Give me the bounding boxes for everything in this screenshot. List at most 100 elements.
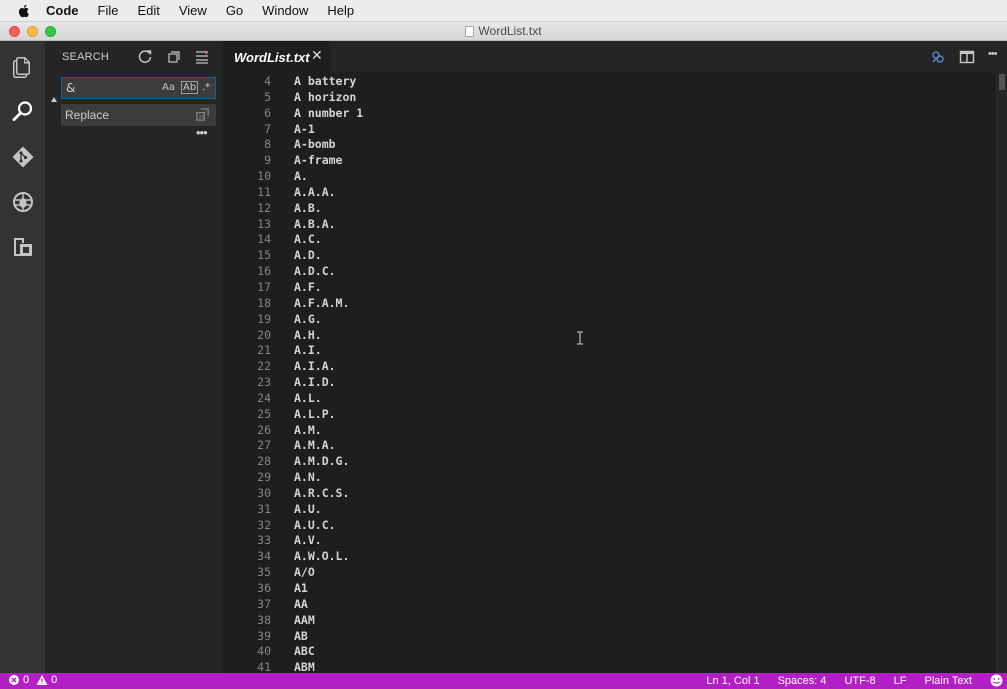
editor-line[interactable]: A.D.C. (294, 264, 363, 280)
editor-line[interactable]: A.B.A. (294, 217, 363, 233)
error-count: 0 (23, 674, 30, 686)
line-number: 20 (257, 327, 271, 342)
editor-line[interactable]: A.H. (294, 328, 363, 344)
activity-git[interactable] (0, 135, 45, 179)
editor-line[interactable]: A-bomb (294, 137, 363, 153)
more-actions-icon[interactable]: ••• (988, 48, 998, 60)
line-number: 36 (257, 581, 271, 595)
problems-indicator[interactable]: 0 0 (8, 674, 57, 686)
apple-icon[interactable] (16, 3, 32, 19)
editor-line[interactable]: A.F.A.M. (294, 296, 363, 312)
line-number: 8 (264, 137, 271, 152)
line-number: 37 (257, 596, 271, 611)
refresh-icon[interactable] (137, 49, 153, 65)
menu-go[interactable]: Go (226, 3, 243, 18)
line-number-gutter: 4 5 6 7 8 9 10 11 12 13 14 15 16 17 18 19 20 21 22 23 24 25 26… (223, 74, 271, 673)
editor-line[interactable]: A.U. (294, 502, 363, 518)
editor-line[interactable]: AAM (294, 613, 363, 629)
tab-wordlist[interactable]: WordList.txt ✕ (223, 41, 330, 72)
feedback-smiley-icon[interactable] (990, 674, 1003, 687)
open-changes-icon[interactable] (930, 49, 946, 65)
editor-line[interactable]: A.B. (294, 201, 363, 217)
line-number: 10 (257, 169, 271, 184)
line-number: 7 (264, 121, 271, 136)
collapse-all-icon[interactable] (194, 49, 210, 65)
editor-line[interactable]: A.L.P. (294, 407, 363, 423)
split-editor-icon[interactable] (959, 49, 975, 65)
status-cursor-position[interactable]: Ln 1, Col 1 (706, 675, 759, 687)
line-number: 33 (257, 533, 271, 548)
editor-line[interactable]: A.A.A. (294, 185, 363, 201)
activity-bar (0, 41, 45, 673)
editor-line[interactable]: A.M. (294, 423, 363, 439)
clear-results-icon[interactable] (166, 49, 182, 65)
activity-explorer[interactable] (0, 45, 45, 89)
line-number: 32 (257, 517, 271, 532)
search-details-toggle[interactable]: ••• (196, 125, 208, 140)
whole-word-toggle[interactable]: Ab (181, 81, 199, 94)
replace-input-placeholder[interactable]: Replace (65, 108, 109, 122)
editor-area[interactable]: 4 5 6 7 8 9 10 11 12 13 14 15 16 17 18 19 20 21 22 23 24 25 26… (223, 72, 996, 673)
status-encoding[interactable]: UTF-8 (844, 675, 875, 687)
match-case-toggle[interactable]: Aa (162, 82, 175, 93)
editor-line[interactable]: A.R.C.S. (294, 486, 363, 502)
editor-line[interactable]: A.M.D.G. (294, 454, 363, 470)
menu-app-code[interactable]: Code (46, 3, 79, 18)
status-language-mode[interactable]: Plain Text (925, 675, 973, 687)
editor-line[interactable]: A.W.O.L. (294, 549, 363, 565)
editor-line[interactable]: A1 (294, 581, 363, 597)
editor-line[interactable]: A.G. (294, 312, 363, 328)
scrollbar-thumb[interactable] (999, 74, 1005, 90)
editor-scrollbar[interactable] (996, 72, 1007, 673)
line-number: 26 (257, 422, 271, 437)
editor-line[interactable]: A.I.A. (294, 359, 363, 375)
debug-icon (12, 192, 33, 212)
editor-text[interactable]: A battery A horizon A number 1 A-1 A-bomb A-f… (294, 74, 363, 673)
editor-line[interactable]: A.V. (294, 533, 363, 549)
menu-file[interactable]: File (98, 3, 119, 18)
activity-search[interactable] (0, 89, 45, 133)
editor-line[interactable]: AB (294, 629, 363, 645)
editor-line[interactable]: A.F. (294, 280, 363, 296)
editor-line[interactable]: A.I. (294, 343, 363, 359)
tab-close-icon[interactable]: ✕ (311, 48, 323, 64)
activity-debug[interactable] (0, 180, 45, 224)
window-titlebar[interactable]: WordList.txt (0, 22, 1007, 41)
editor-line[interactable]: A.L. (294, 391, 363, 407)
status-indentation[interactable]: Spaces: 4 (778, 675, 827, 687)
toggle-replace-arrow[interactable] (51, 97, 57, 102)
editor-line[interactable]: A.M.A. (294, 438, 363, 454)
editor-line[interactable]: A battery (294, 74, 363, 90)
line-number: 15 (257, 248, 271, 263)
editor-line[interactable]: ABM (294, 660, 363, 673)
editor-line[interactable]: A-frame (294, 153, 363, 169)
search-input-box[interactable]: Aa Ab .* (61, 77, 216, 99)
editor-line[interactable]: A number 1 (294, 106, 363, 122)
editor-line[interactable]: A.D. (294, 248, 363, 264)
line-number: 17 (257, 279, 271, 294)
editor-line[interactable]: A.U.C. (294, 518, 363, 534)
menu-window[interactable]: Window (262, 3, 308, 18)
editor-line[interactable]: AA (294, 597, 363, 613)
search-input[interactable] (66, 81, 156, 95)
editor-line[interactable]: A. (294, 169, 363, 185)
editor-line[interactable]: A.I.D. (294, 375, 363, 391)
replace-all-icon[interactable]: ab (195, 107, 210, 122)
editor-line[interactable]: A/O (294, 565, 363, 581)
editor-line[interactable]: A horizon (294, 90, 363, 106)
replace-input-box[interactable]: Replace ab (61, 104, 216, 126)
menu-help[interactable]: Help (327, 3, 354, 18)
menu-edit[interactable]: Edit (137, 3, 159, 18)
search-sidebar: SEARCH Aa Ab .* Replace ab ••• (45, 41, 223, 673)
editor-line[interactable]: A.N. (294, 470, 363, 486)
menu-view[interactable]: View (179, 3, 207, 18)
text-cursor-icon (577, 331, 583, 345)
line-number: 39 (257, 628, 271, 643)
editor-tab-bar: WordList.txt ✕ ••• (223, 41, 1007, 72)
status-eol[interactable]: LF (894, 675, 907, 687)
editor-line[interactable]: A.C. (294, 232, 363, 248)
editor-line[interactable]: A-1 (294, 122, 363, 138)
activity-extensions[interactable] (0, 225, 45, 269)
regex-toggle[interactable]: .* (202, 82, 210, 93)
editor-line[interactable]: ABC (294, 644, 363, 660)
